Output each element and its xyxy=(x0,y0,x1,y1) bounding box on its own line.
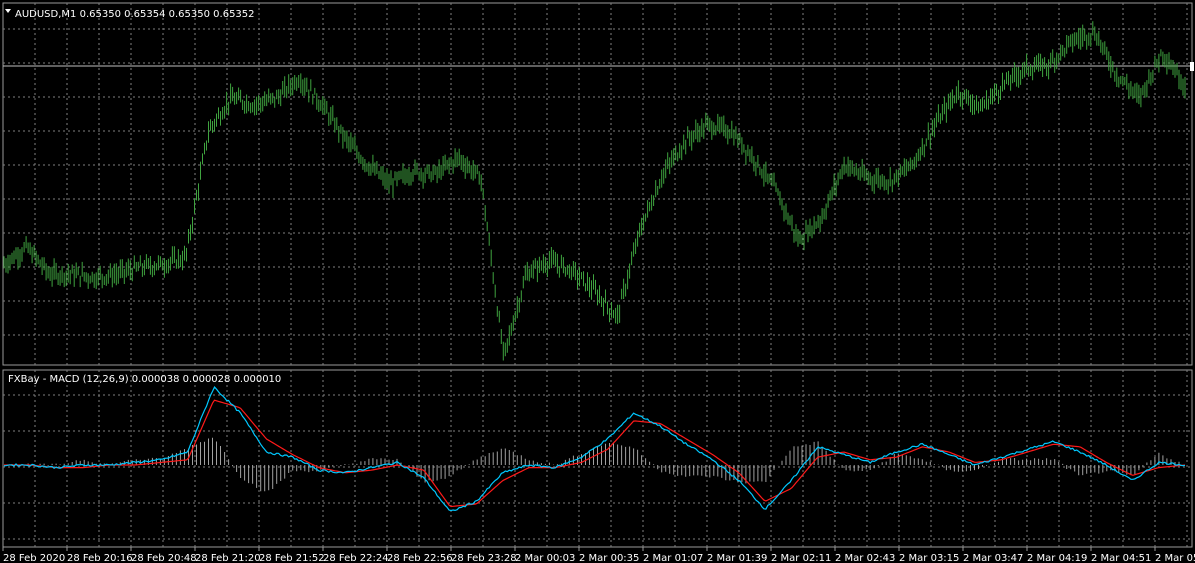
trading-chart-window: AUDUSD,M1 0.65350 0.65354 0.65350 0.6535… xyxy=(0,0,1195,563)
time-label: 28 Feb 21:20 xyxy=(195,553,261,563)
time-label: 2 Mar 04:19 xyxy=(1027,553,1087,563)
time-label: 2 Mar 03:15 xyxy=(899,553,959,563)
time-label: 28 Feb 20:16 xyxy=(67,553,133,563)
time-label: 28 Feb 23:28 xyxy=(451,553,517,563)
time-label: 2 Mar 02:43 xyxy=(835,553,895,563)
time-label: 2 Mar 01:39 xyxy=(707,553,767,563)
time-label: 2 Mar 01:07 xyxy=(643,553,703,563)
macd-header: FXBay - MACD (12,26,9) 0.000038 0.000028… xyxy=(8,374,281,385)
time-label: 2 Mar 04:51 xyxy=(1091,553,1151,563)
time-label: 2 Mar 05: xyxy=(1155,553,1195,563)
time-label: 28 Feb 20:48 xyxy=(131,553,197,563)
time-label: 28 Feb 21:52 xyxy=(259,553,325,563)
time-label: 2 Mar 03:47 xyxy=(963,553,1023,563)
chart-background xyxy=(0,0,1195,563)
time-label: 2 Mar 02:11 xyxy=(771,553,831,563)
time-label: 28 Feb 2020 xyxy=(3,553,65,563)
current-price-marker xyxy=(1190,62,1194,71)
time-label: 2 Mar 00:03 xyxy=(515,553,575,563)
symbol-header: AUDUSD,M1 0.65350 0.65354 0.65350 0.6535… xyxy=(15,9,255,20)
time-label: 28 Feb 22:24 xyxy=(323,553,389,563)
time-label: 28 Feb 22:56 xyxy=(387,553,453,563)
time-label: 2 Mar 00:35 xyxy=(579,553,639,563)
